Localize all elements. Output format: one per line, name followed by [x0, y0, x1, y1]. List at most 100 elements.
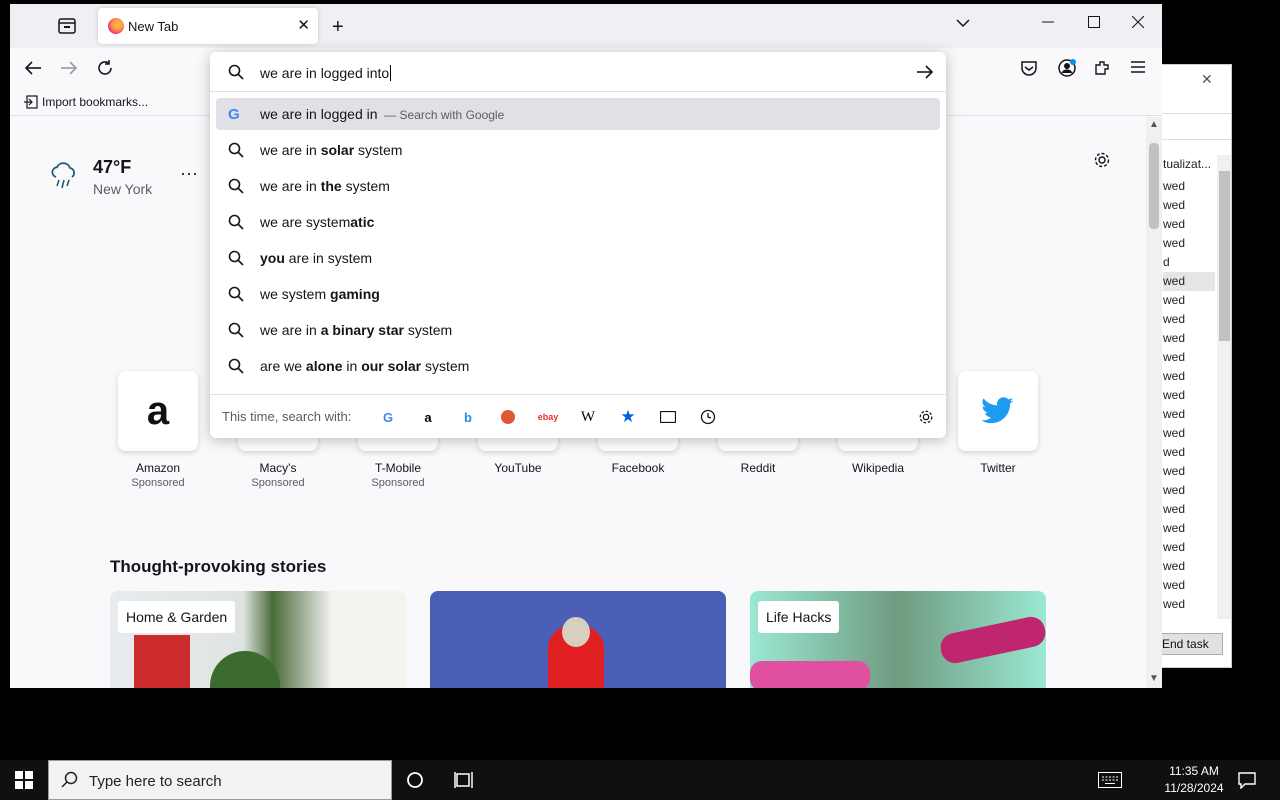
search-suggestion[interactable]: are we alone in our solar system: [216, 350, 940, 382]
search-suggestion[interactable]: we are systematic: [216, 206, 940, 238]
scrollbar[interactable]: [1217, 155, 1231, 619]
back-icon[interactable]: [24, 60, 42, 76]
process-row[interactable]: wed: [1163, 272, 1215, 291]
process-row[interactable]: wed: [1163, 234, 1215, 253]
search-icon: [228, 64, 244, 80]
search-suggestion[interactable]: Gwe are in logged in — Search with Googl…: [216, 98, 940, 130]
top-site-name: Facebook: [611, 461, 665, 475]
tabs-icon[interactable]: [658, 407, 678, 427]
process-row[interactable]: wed: [1163, 538, 1215, 557]
process-row[interactable]: wed: [1163, 367, 1215, 386]
end-task-button[interactable]: End task: [1155, 633, 1223, 655]
extensions-icon[interactable]: [1093, 59, 1111, 77]
import-bookmarks-link[interactable]: Import bookmarks...: [24, 95, 148, 109]
firefox-view-icon[interactable]: [58, 18, 76, 34]
task-view-icon[interactable]: [454, 771, 474, 794]
amazon-icon[interactable]: a: [418, 407, 438, 427]
top-site-name: YouTube: [494, 461, 542, 475]
firefox-icon: [108, 18, 124, 34]
process-row[interactable]: wed: [1163, 443, 1215, 462]
bookmarks-star-icon[interactable]: ★: [618, 407, 638, 427]
process-row[interactable]: wed: [1163, 177, 1215, 196]
top-site-name: Wikipedia: [851, 461, 905, 475]
forward-icon[interactable]: [60, 60, 78, 76]
process-row[interactable]: wed: [1163, 215, 1215, 234]
account-icon[interactable]: [1057, 58, 1077, 78]
maximize-icon[interactable]: [1088, 16, 1100, 28]
search-suggestion[interactable]: we system gaming: [216, 278, 940, 310]
page-scrollbar[interactable]: ▲ ▼: [1146, 117, 1162, 688]
story-card[interactable]: Life Hacks: [750, 591, 1046, 688]
duckduckgo-icon[interactable]: [498, 407, 518, 427]
minimize-icon[interactable]: [1042, 16, 1054, 28]
import-icon: [24, 95, 38, 109]
process-list: wed wed wed wed d wed wed wed wed wed wed wed wed wed…: [1163, 177, 1215, 614]
search-suggestion[interactable]: we are in the system: [216, 170, 940, 202]
process-row[interactable]: wed: [1163, 595, 1215, 614]
process-row[interactable]: d: [1163, 253, 1215, 272]
notification-icon[interactable]: [1238, 771, 1256, 794]
tab-new-tab[interactable]: New Tab ✕: [98, 8, 318, 44]
process-row[interactable]: wed: [1163, 310, 1215, 329]
process-row[interactable]: wed: [1163, 462, 1215, 481]
scrollbar-thumb[interactable]: [1219, 171, 1230, 341]
keyboard-icon[interactable]: [1098, 772, 1122, 793]
story-card[interactable]: Home & Garden: [110, 591, 406, 688]
process-row[interactable]: wed: [1163, 557, 1215, 576]
more-options-icon[interactable]: ···: [180, 163, 198, 184]
one-off-label: This time, search with:: [222, 409, 352, 424]
top-site-twitter[interactable]: Twitter: [950, 371, 1046, 475]
scrollbar-thumb[interactable]: [1149, 143, 1159, 229]
process-row[interactable]: wed: [1163, 386, 1215, 405]
story-card[interactable]: [430, 591, 726, 688]
face-image: [562, 617, 590, 647]
process-row[interactable]: wed: [1163, 329, 1215, 348]
process-row[interactable]: wed: [1163, 291, 1215, 310]
menu-icon[interactable]: [1130, 60, 1146, 74]
suggestion-text: we are in a binary star system: [260, 322, 453, 338]
process-row[interactable]: wed: [1163, 348, 1215, 367]
clock[interactable]: 11:35 AM 11/28/2024: [1146, 764, 1242, 795]
search-settings-gear-icon[interactable]: [916, 407, 936, 427]
new-tab-icon[interactable]: +: [332, 16, 344, 39]
hand-image: [750, 661, 870, 688]
column-header[interactable]: tualizat...: [1163, 157, 1211, 171]
search-suggestion[interactable]: we are in a binary star system: [216, 314, 940, 346]
process-row[interactable]: wed: [1163, 481, 1215, 500]
task-manager-window: ✕ tualizat... wed wed wed wed d wed wed wed wed w…: [1150, 64, 1232, 668]
site-logo-icon: a: [118, 371, 198, 451]
address-bar-input[interactable]: we are in logged into: [210, 52, 946, 92]
close-tab-icon[interactable]: ✕: [297, 16, 310, 34]
site-logo-icon: [958, 371, 1038, 451]
history-clock-icon[interactable]: [698, 407, 718, 427]
pocket-icon[interactable]: [1020, 59, 1038, 77]
go-arrow-icon: [917, 65, 934, 79]
suggestion-text: are we alone in our solar system: [260, 358, 470, 374]
ebay-icon[interactable]: ebay: [538, 407, 559, 427]
windows-start-icon[interactable]: [0, 760, 48, 800]
process-row[interactable]: wed: [1163, 519, 1215, 538]
process-row[interactable]: wed: [1163, 424, 1215, 443]
process-row[interactable]: wed: [1163, 405, 1215, 424]
taskbar-search-box[interactable]: Type here to search: [48, 760, 392, 800]
process-row[interactable]: wed: [1163, 576, 1215, 595]
scroll-down-icon[interactable]: ▼: [1149, 673, 1159, 684]
scroll-up-icon[interactable]: ▲: [1149, 119, 1159, 130]
google-icon[interactable]: G: [378, 407, 398, 427]
close-window-icon[interactable]: [1132, 16, 1144, 28]
cortana-icon[interactable]: [406, 771, 424, 794]
search-suggestion[interactable]: we are in solar system: [216, 134, 940, 166]
process-row[interactable]: wed: [1163, 196, 1215, 215]
bing-icon[interactable]: b: [458, 407, 478, 427]
top-site-amazon[interactable]: a Amazon Sponsored: [110, 371, 206, 489]
search-suggestion[interactable]: you are in system: [216, 242, 940, 274]
suggestion-text: you are in system: [260, 250, 373, 266]
close-icon[interactable]: ✕: [1201, 71, 1213, 88]
one-off-search-bar: This time, search with: G a b ebay W ★: [210, 394, 946, 438]
wikipedia-icon[interactable]: W: [578, 407, 598, 427]
process-row[interactable]: wed: [1163, 500, 1215, 519]
reload-icon[interactable]: [96, 59, 114, 77]
suggestion-text: we are systematic: [260, 214, 375, 230]
settings-gear-icon[interactable]: [1093, 151, 1111, 174]
chevron-down-icon[interactable]: [956, 18, 970, 28]
